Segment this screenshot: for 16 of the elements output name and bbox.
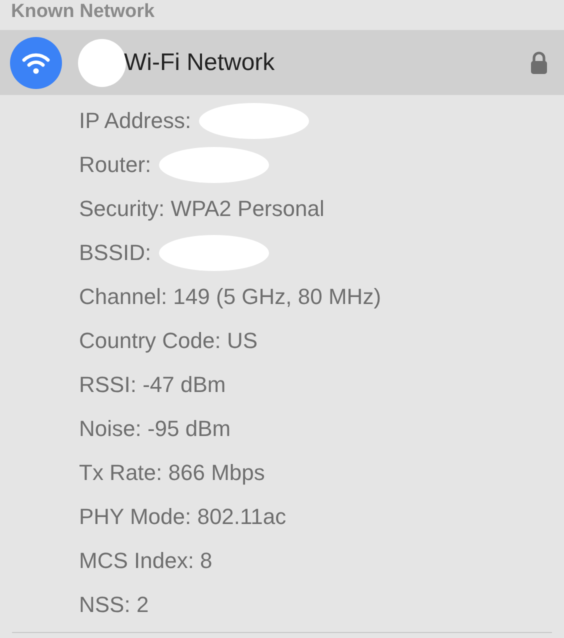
detail-text: NSS: 2 <box>79 592 149 618</box>
detail-text: MCS Index: 8 <box>79 548 212 574</box>
detail-text: Country Code: US <box>79 328 258 354</box>
detail-text: Security: WPA2 Personal <box>79 196 324 222</box>
detail-text: Channel: 149 (5 GHz, 80 MHz) <box>79 284 382 310</box>
detail-text: PHY Mode: 802.11ac <box>79 504 286 530</box>
detail-text: Tx Rate: 866 Mbps <box>79 460 265 486</box>
wifi-icon <box>10 36 62 88</box>
detail-text: Noise: -95 dBm <box>79 416 231 442</box>
section-title: Known Network <box>11 0 156 24</box>
detail-text: BSSID: <box>79 240 152 266</box>
detail-text: IP Address: <box>79 108 192 134</box>
detail-text: Router: <box>79 152 152 178</box>
network-row[interactable]: Wi-Fi Network <box>0 30 564 95</box>
network-name: Wi-Fi Network <box>124 48 275 76</box>
detail-text: RSSI: -47 dBm <box>79 372 226 398</box>
